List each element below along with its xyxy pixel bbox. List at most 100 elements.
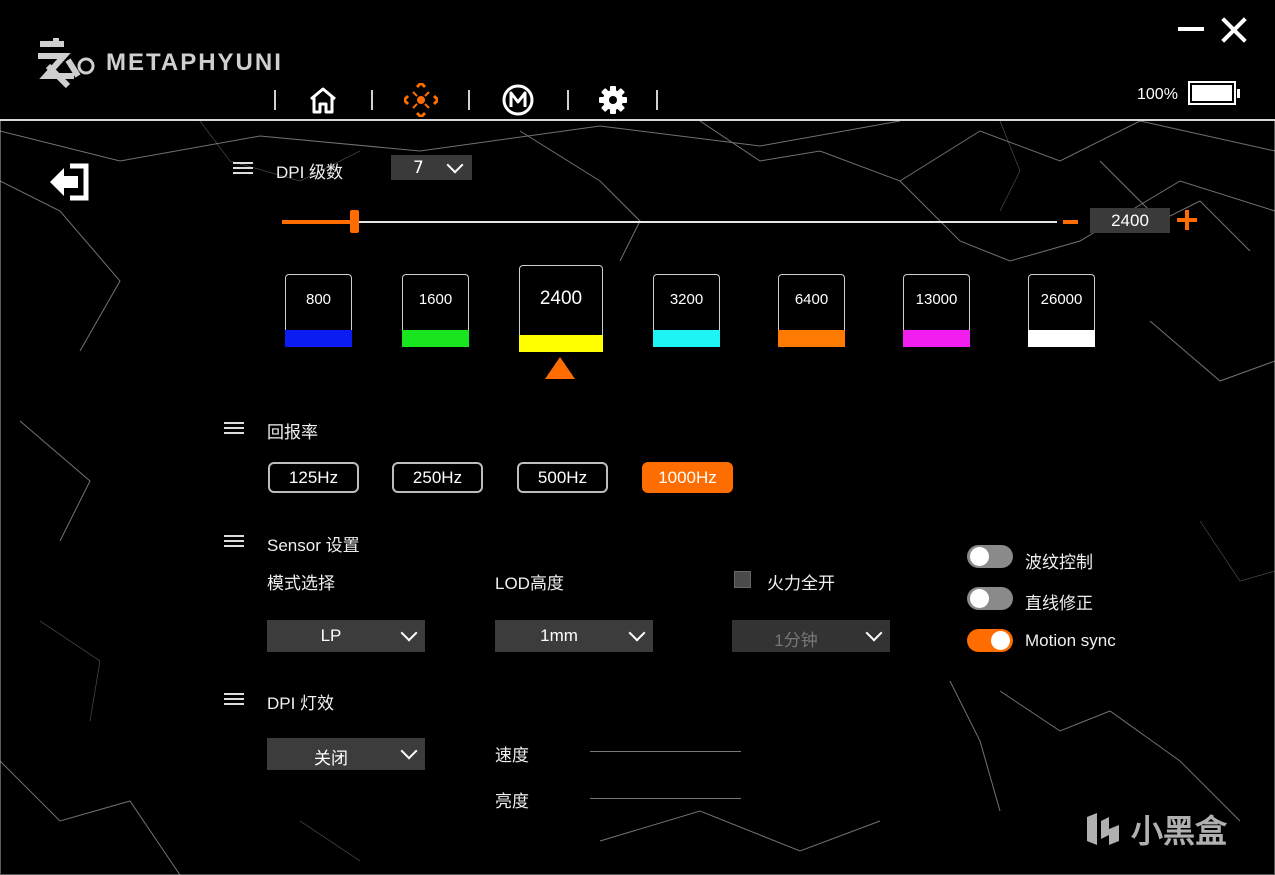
fire-duration-select[interactable]: 1分钟 xyxy=(732,620,890,652)
dpi-stage-value: 6400 xyxy=(794,291,829,308)
lod-select[interactable]: 1mm xyxy=(495,620,653,652)
nav-separator xyxy=(371,90,373,110)
polling-rate-button[interactable]: 250Hz xyxy=(392,462,483,493)
dpi-stage-value: 13000 xyxy=(915,291,958,308)
sensor-section-title: Sensor 设置 xyxy=(267,536,360,555)
watermark-text: 小黑盒 xyxy=(1131,812,1228,850)
lod-select-value: 1mm xyxy=(540,626,578,645)
dpi-stage-value: 1600 xyxy=(418,291,453,308)
dpi-light-section-title: DPI 灯效 xyxy=(267,694,335,713)
dpi-slider-fill xyxy=(282,220,355,224)
nav-separator xyxy=(567,90,569,110)
back-button[interactable] xyxy=(48,162,92,202)
speed-slider[interactable] xyxy=(590,751,741,752)
nav-separator xyxy=(274,90,276,110)
light-mode-select[interactable]: 关闭 xyxy=(267,738,425,770)
mode-select-value: LP xyxy=(320,626,342,645)
nav-separator xyxy=(656,90,658,110)
chevron-down-icon xyxy=(628,624,646,642)
brightness-label: 亮度 xyxy=(495,792,529,811)
polling-rate-button[interactable]: 125Hz xyxy=(268,462,359,493)
dpi-stage-card[interactable]: 800 xyxy=(285,274,352,347)
dpi-stage-color xyxy=(653,330,720,347)
motion-sync-label: Motion sync xyxy=(1025,631,1116,650)
menu-lines-icon xyxy=(224,421,244,435)
chevron-down-icon xyxy=(446,156,464,174)
dpi-stage-color xyxy=(1028,330,1095,347)
macro-m-icon xyxy=(502,84,534,116)
fire-mode-label: 火力全开 xyxy=(767,574,835,593)
chevron-down-icon xyxy=(400,742,418,760)
ripple-control-label: 波纹控制 xyxy=(1025,553,1093,572)
dpi-levels-select[interactable]: 7 xyxy=(391,155,472,180)
dpi-slider[interactable] xyxy=(282,221,1057,223)
title-bar: METAPHYUNI 100% xyxy=(0,0,1275,120)
dpi-stage-color xyxy=(519,335,603,352)
toggle-knob xyxy=(991,631,1010,650)
dpi-stage-color xyxy=(778,330,845,347)
brand-name: METAPHYUNI xyxy=(106,49,283,76)
dpi-stage-card[interactable]: 26000 xyxy=(1028,274,1095,347)
gear-icon xyxy=(599,86,627,114)
dpi-stage-value: 26000 xyxy=(1040,291,1083,308)
dpi-stage-value: 2400 xyxy=(539,288,583,309)
angle-snapping-toggle[interactable] xyxy=(967,587,1013,610)
dpi-slider-thumb[interactable] xyxy=(350,210,360,233)
chevron-down-icon xyxy=(865,624,883,642)
battery-level xyxy=(1192,85,1232,101)
menu-lines-icon xyxy=(224,534,244,548)
dpi-levels-value: 7 xyxy=(413,158,424,178)
close-button[interactable] xyxy=(1218,14,1250,46)
dpi-decrease-button[interactable] xyxy=(1063,220,1078,224)
dpi-stage-card[interactable]: 3200 xyxy=(653,274,720,347)
toggle-knob xyxy=(970,547,989,566)
polling-rate-button[interactable]: 500Hz xyxy=(517,462,608,493)
brightness-slider[interactable] xyxy=(590,798,741,799)
fire-duration-value: 1分钟 xyxy=(774,631,818,650)
dpi-stage-color xyxy=(903,330,970,347)
nav-macro-button[interactable] xyxy=(500,82,536,118)
menu-lines-icon xyxy=(224,692,244,706)
battery-percentage: 100% xyxy=(1137,86,1178,103)
dpi-stage-card[interactable]: 1600 xyxy=(402,274,469,347)
mode-label: 模式选择 xyxy=(267,574,335,593)
dpi-stage-color xyxy=(285,330,352,347)
menu-lines-icon xyxy=(233,161,253,175)
dpi-stage-card[interactable]: 6400 xyxy=(778,274,845,347)
crosshair-icon xyxy=(404,83,438,117)
battery-icon xyxy=(1188,81,1240,105)
watermark: 小黑盒 xyxy=(1083,806,1227,852)
minimize-button[interactable] xyxy=(1178,27,1204,31)
dpi-stage-color xyxy=(402,330,469,347)
dpi-stage-value: 3200 xyxy=(669,291,704,308)
dpi-value-input[interactable]: 2400 xyxy=(1090,208,1170,233)
brand-logo: METAPHYUNI xyxy=(34,36,283,90)
polling-rate-button[interactable]: 1000Hz xyxy=(642,462,733,493)
dpi-increase-button[interactable] xyxy=(1177,210,1197,230)
motion-sync-toggle[interactable] xyxy=(967,629,1013,652)
home-icon xyxy=(310,87,336,114)
nav-performance-button[interactable] xyxy=(403,82,439,118)
dpi-stage-card[interactable]: 13000 xyxy=(903,274,970,347)
speed-label: 速度 xyxy=(495,746,529,765)
dpi-section-title: DPI 级数 xyxy=(276,163,344,182)
logo-mark-icon xyxy=(38,38,95,89)
nav-home-button[interactable] xyxy=(305,82,341,118)
fire-mode-checkbox[interactable] xyxy=(734,571,751,588)
nav-separator xyxy=(468,90,470,110)
light-mode-value: 关闭 xyxy=(314,749,348,768)
exit-arrow-icon xyxy=(50,163,89,201)
polling-section-title: 回报率 xyxy=(267,423,318,442)
chevron-down-icon xyxy=(400,624,418,642)
selected-stage-indicator xyxy=(545,357,575,379)
lod-label: LOD高度 xyxy=(495,574,564,593)
dpi-stage-card[interactable]: 2400 xyxy=(519,265,603,352)
mode-select[interactable]: LP xyxy=(267,620,425,652)
angle-snapping-label: 直线修正 xyxy=(1025,594,1093,613)
heybox-logo-icon xyxy=(1087,813,1119,845)
nav-settings-button[interactable] xyxy=(595,82,631,118)
dpi-stage-value: 800 xyxy=(305,291,332,308)
toggle-knob xyxy=(970,589,989,608)
ripple-control-toggle[interactable] xyxy=(967,545,1013,568)
background-texture xyxy=(0,121,1275,875)
